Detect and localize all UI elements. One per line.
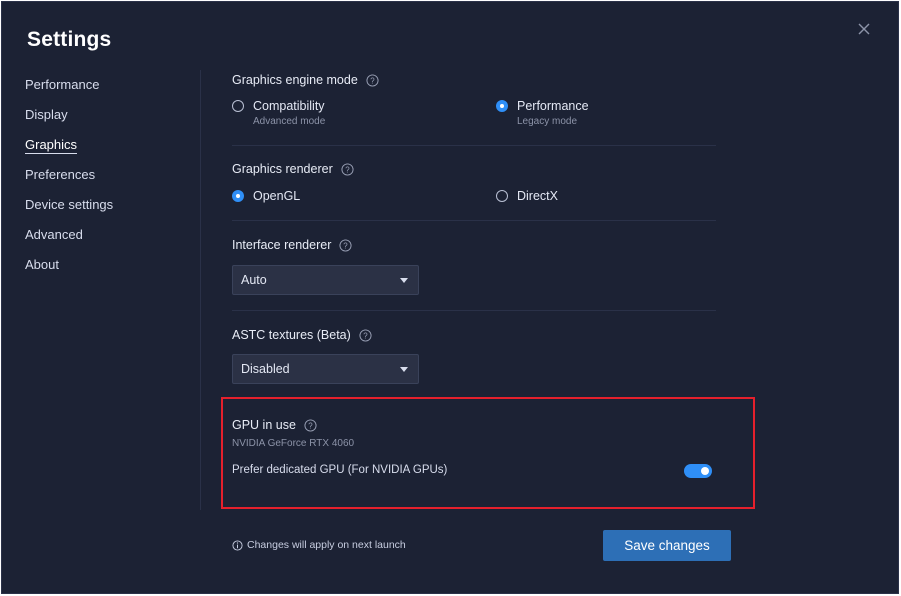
graphics-renderer-section: Graphics renderer ? [232,161,354,177]
interface-renderer-section: Interface renderer ? [232,237,352,253]
radio-label: DirectX [517,189,558,203]
radio-directx[interactable]: DirectX [496,189,558,203]
radio-button-selected[interactable] [232,190,244,202]
graphics-renderer-label: Graphics renderer ? [232,161,354,177]
help-icon[interactable]: ? [339,238,352,252]
astc-textures-label: ASTC textures (Beta) ? [232,327,372,343]
radio-button[interactable] [496,190,508,202]
radio-button[interactable] [232,100,244,112]
section-divider [232,310,716,311]
svg-text:?: ? [345,165,350,174]
footer-note-text: Changes will apply on next launch [247,539,406,551]
gpu-name: NVIDIA GeForce RTX 4060 [232,438,355,449]
close-icon [858,23,870,35]
svg-text:?: ? [344,241,349,250]
section-divider [232,145,716,146]
help-icon[interactable]: ? [341,162,354,176]
prefer-dedicated-gpu-label: Prefer dedicated GPU (For NVIDIA GPUs) [232,464,448,476]
radio-performance[interactable]: Performance Legacy mode [496,99,589,127]
graphics-engine-mode-section: Graphics engine mode ? [232,72,379,88]
sidebar-item-display[interactable]: Display [25,107,113,137]
radio-button-selected[interactable] [496,100,508,112]
astc-textures-section: ASTC textures (Beta) ? [232,327,372,343]
close-button[interactable] [854,19,874,39]
page-title: Settings [27,28,112,51]
footer-note: Changes will apply on next launch [232,539,406,551]
sidebar-item-performance[interactable]: Performance [25,77,113,107]
sidebar-item-about[interactable]: About [25,257,113,287]
section-divider [232,220,716,221]
astc-textures-select[interactable]: Disabled [232,354,419,384]
sidebar-item-device-settings[interactable]: Device settings [25,197,113,227]
radio-label: Performance [517,99,589,113]
select-value: Auto [241,273,267,287]
chevron-down-icon [400,366,408,372]
interface-renderer-select[interactable]: Auto [232,265,419,295]
prefer-dedicated-gpu-toggle[interactable] [684,464,712,478]
sidebar-item-preferences[interactable]: Preferences [25,167,113,197]
gpu-highlight-box [221,397,755,509]
help-icon[interactable]: ? [359,328,372,342]
interface-renderer-label: Interface renderer ? [232,237,352,253]
toggle-knob [701,467,709,475]
graphics-engine-mode-label: Graphics engine mode ? [232,72,379,88]
radio-label: Compatibility [253,99,325,113]
settings-sidebar: Performance Display Graphics Preferences… [25,77,113,287]
sidebar-divider [200,70,201,510]
help-icon[interactable]: ? [366,73,379,87]
gpu-in-use-label: GPU in use ? [232,417,317,433]
info-icon [232,539,243,551]
gpu-section: GPU in use ? [232,417,317,433]
radio-opengl[interactable]: OpenGL [232,189,300,203]
help-icon[interactable]: ? [304,418,317,432]
radio-compatibility[interactable]: Compatibility Advanced mode [232,99,325,127]
radio-sublabel: Advanced mode [253,116,326,127]
sidebar-item-advanced[interactable]: Advanced [25,227,113,257]
sidebar-item-graphics[interactable]: Graphics [25,137,113,167]
select-value: Disabled [241,362,290,376]
chevron-down-icon [400,277,408,283]
svg-text:?: ? [363,331,368,340]
radio-sublabel: Legacy mode [517,116,578,127]
save-changes-button[interactable]: Save changes [603,530,731,561]
radio-label: OpenGL [253,189,301,203]
svg-text:?: ? [308,421,313,430]
svg-text:?: ? [370,76,375,85]
